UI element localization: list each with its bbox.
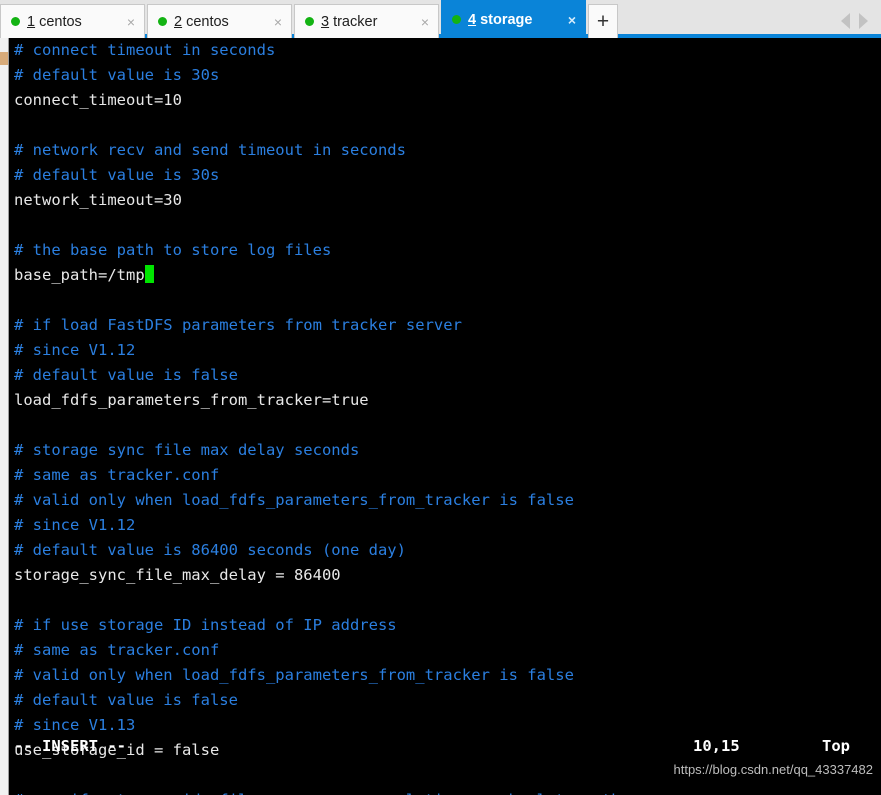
scrollbar-thumb[interactable] <box>0 52 8 65</box>
terminal-line: # if use storage ID instead of IP addres… <box>14 613 881 638</box>
terminal-line: # same as tracker.conf <box>14 463 881 488</box>
config-comment: # valid only when load_fdfs_parameters_f… <box>14 491 574 509</box>
config-entry: network_timeout=30 <box>14 191 182 209</box>
status-dot-icon <box>452 15 461 24</box>
tab-bar: 1 centos × 2 centos × 3 tracker × 4 storage × + <box>0 0 881 38</box>
tab-accelerator: 3 <box>321 13 330 30</box>
config-comment: # the base path to store log files <box>14 241 332 259</box>
terminal-line: # default value is 30s <box>14 63 881 88</box>
tab-centos-2[interactable]: 2 centos × <box>147 4 292 38</box>
text-cursor <box>144 265 154 283</box>
terminal-line: base_path=/tmp <box>14 263 881 288</box>
chevron-left-icon[interactable] <box>841 13 850 29</box>
terminal-line: network_timeout=30 <box>14 188 881 213</box>
config-comment: # network recv and send timeout in secon… <box>14 141 406 159</box>
config-comment: # since V1.13 <box>14 716 136 734</box>
vim-status-line: -- INSERT -- 10,15 Top <box>14 734 874 759</box>
terminal-line: # same as tracker.conf <box>14 638 881 663</box>
tab-centos-1[interactable]: 1 centos × <box>0 4 145 38</box>
terminal-line: # since V1.12 <box>14 338 881 363</box>
terminal-line: # default value is false <box>14 688 881 713</box>
terminal-line: # specify storage ids filename, can use … <box>14 788 881 795</box>
vim-mode-indicator: -- INSERT -- <box>14 737 126 755</box>
tab-list: 1 centos × 2 centos × 3 tracker × 4 storage × <box>0 0 588 38</box>
config-comment: # since V1.12 <box>14 341 136 359</box>
config-comment: # specify storage ids filename, can use … <box>14 791 621 795</box>
config-entry: connect_timeout=10 <box>14 91 182 109</box>
config-comment: # default value is 30s <box>14 166 220 184</box>
close-icon[interactable]: × <box>271 15 285 29</box>
tab-accelerator: 4 <box>468 11 477 28</box>
config-comment: # if load FastDFS parameters from tracke… <box>14 316 462 334</box>
tab-accelerator: 2 <box>174 13 183 30</box>
config-comment: # same as tracker.conf <box>14 466 220 484</box>
cursor-position: 10,15 <box>693 737 740 755</box>
terminal-line: load_fdfs_parameters_from_tracker=true <box>14 388 881 413</box>
status-dot-icon <box>11 17 20 26</box>
terminal-line: storage_sync_file_max_delay = 86400 <box>14 563 881 588</box>
vertical-scrollbar[interactable] <box>0 38 9 795</box>
config-comment: # if use storage ID instead of IP addres… <box>14 616 397 634</box>
tab-nav-arrows <box>841 4 881 38</box>
watermark-url: https://blog.csdn.net/qq_43337482 <box>673 762 874 777</box>
terminal-line: # since V1.12 <box>14 513 881 538</box>
config-comment: # connect timeout in seconds <box>14 41 276 59</box>
terminal-line: # valid only when load_fdfs_parameters_f… <box>14 488 881 513</box>
terminal-line: # connect timeout in seconds <box>14 38 881 63</box>
config-comment: # default value is false <box>14 366 238 384</box>
config-entry: base_path=/tmp <box>14 266 145 284</box>
config-comment: # storage sync file max delay seconds <box>14 441 360 459</box>
tab-tracker-3[interactable]: 3 tracker × <box>294 4 439 38</box>
terminal-line: # storage sync file max delay seconds <box>14 438 881 463</box>
tab-accelerator: 1 <box>27 13 36 30</box>
status-dot-icon <box>158 17 167 26</box>
terminal-line: # default value is false <box>14 363 881 388</box>
config-entry: storage_sync_file_max_delay = 86400 <box>14 566 341 584</box>
config-comment: # default value is false <box>14 691 238 709</box>
close-icon[interactable]: × <box>124 15 138 29</box>
close-icon[interactable]: × <box>565 13 579 27</box>
config-comment: # valid only when load_fdfs_parameters_f… <box>14 666 574 684</box>
tab-storage-4[interactable]: 4 storage × <box>441 0 586 38</box>
terminal-line: connect_timeout=10 <box>14 88 881 113</box>
terminal-window[interactable]: # connect timeout in seconds # default va… <box>0 38 881 795</box>
tab-label: centos <box>186 13 229 30</box>
chevron-right-icon[interactable] <box>859 13 868 29</box>
close-icon[interactable]: × <box>418 15 432 29</box>
config-comment: # default value is 30s <box>14 66 220 84</box>
tab-bar-spacer <box>618 4 841 38</box>
terminal-line: # default value is 30s <box>14 163 881 188</box>
scroll-location: Top <box>822 737 850 755</box>
editor-text-area[interactable]: # connect timeout in seconds # default va… <box>14 38 881 795</box>
new-tab-button[interactable]: + <box>588 4 618 38</box>
tab-label: storage <box>480 11 533 28</box>
terminal-line: # the base path to store log files <box>14 238 881 263</box>
config-comment: # since V1.12 <box>14 516 136 534</box>
config-comment: # same as tracker.conf <box>14 641 220 659</box>
tab-label: centos <box>39 13 82 30</box>
config-entry: load_fdfs_parameters_from_tracker=true <box>14 391 369 409</box>
config-comment: # default value is 86400 seconds (one da… <box>14 541 406 559</box>
terminal-line: # if load FastDFS parameters from tracke… <box>14 313 881 338</box>
terminal-line: # network recv and send timeout in secon… <box>14 138 881 163</box>
status-dot-icon <box>305 17 314 26</box>
terminal-line: # default value is 86400 seconds (one da… <box>14 538 881 563</box>
plus-icon: + <box>596 10 610 33</box>
tab-label: tracker <box>333 13 378 30</box>
terminal-line: # valid only when load_fdfs_parameters_f… <box>14 663 881 688</box>
